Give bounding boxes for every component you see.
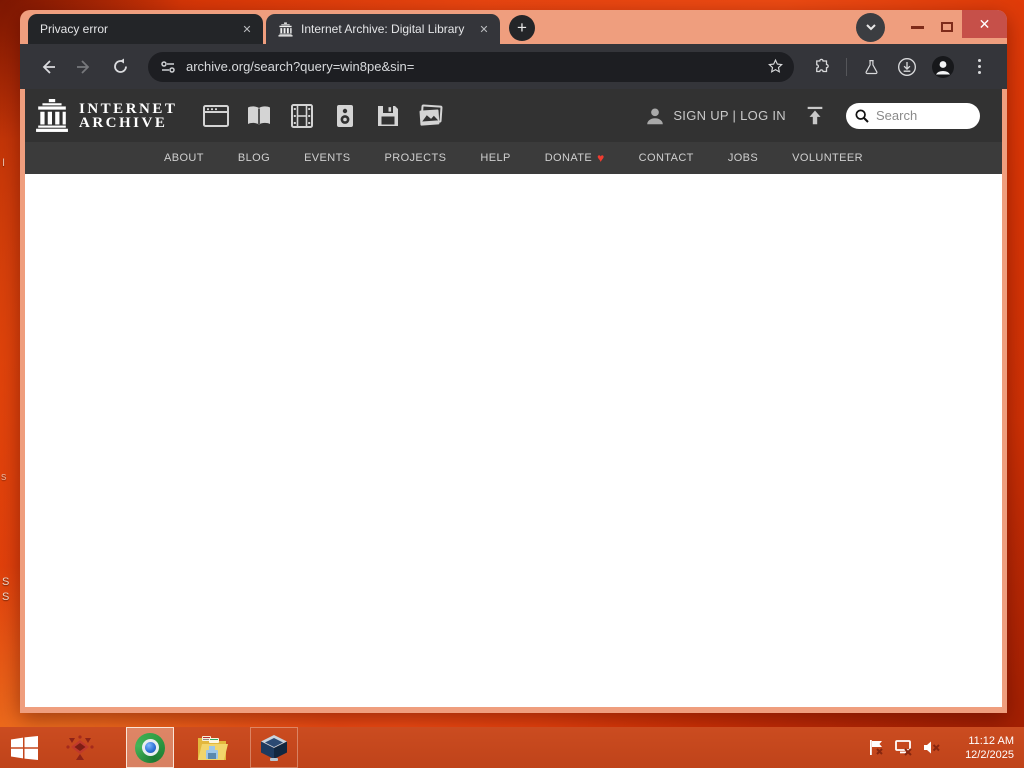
forward-button[interactable] — [70, 53, 98, 81]
nav-item-volunteer[interactable]: VOLUNTEER — [792, 152, 863, 164]
minimize-button[interactable] — [902, 25, 932, 29]
tab-strip: Privacy error ✕ Internet Archive: Digita… — [20, 10, 1007, 44]
desktop-icon-label-fragment: S — [2, 591, 10, 603]
desktop-icon-label-fragment: s — [1, 471, 7, 483]
nav-item-blog[interactable]: BLOG — [238, 152, 270, 164]
omnibox[interactable]: archive.org/search?query=win8pe&sin= — [148, 51, 794, 82]
chevron-down-icon — [865, 24, 876, 31]
desktop-icon-label-fragment: I — [2, 157, 6, 169]
windows-logo-icon — [10, 735, 38, 760]
url-text[interactable]: archive.org/search?query=win8pe&sin= — [186, 59, 767, 74]
menu-kebab-icon[interactable] — [965, 53, 993, 81]
taskbar-app-file-explorer[interactable] — [188, 727, 236, 768]
tab-privacy-error[interactable]: Privacy error ✕ — [28, 14, 263, 44]
red-app-icon — [66, 734, 94, 760]
internet-archive-favicon — [278, 21, 293, 37]
virtualbox-icon — [261, 734, 287, 761]
taskbar-clock[interactable]: 11:12 AM 12/2/2025 — [956, 734, 1014, 762]
search-icon — [855, 108, 869, 123]
video-icon[interactable] — [289, 103, 315, 129]
taskbar: 11:12 AM 12/2/2025 — [0, 727, 1024, 768]
desktop-icon-label-fragment: S — [2, 576, 10, 588]
browser-window: Privacy error ✕ Internet Archive: Digita… — [20, 10, 1007, 713]
download-icon[interactable] — [893, 53, 921, 81]
content-area — [25, 174, 1002, 707]
ia-wordmark-line2: ARCHIVE — [79, 114, 168, 131]
software-icon[interactable] — [375, 103, 401, 129]
nav-label: ABOUT — [163, 152, 204, 164]
nav-item-help[interactable]: HELP — [480, 152, 510, 164]
upload-icon[interactable] — [804, 105, 826, 127]
auth-area: SIGN UP | LOG IN — [644, 105, 786, 127]
reload-button[interactable] — [106, 53, 134, 81]
nav-item-donate[interactable]: DONATE ♥ — [545, 151, 605, 165]
tab-search-button[interactable] — [856, 12, 885, 42]
nav-item-contact[interactable]: CONTACT — [639, 152, 694, 164]
nav-label: EVENTS — [304, 152, 351, 164]
toolbar-separator — [846, 57, 847, 76]
clock-time: 11:12 AM — [968, 734, 1014, 747]
web-icon[interactable] — [203, 103, 230, 129]
ia-nav: ABOUT BLOG EVENTS PROJECTS HELP DONATE ♥ … — [25, 142, 1002, 174]
close-button[interactable]: ✕ — [962, 10, 1007, 38]
bookmark-star-icon[interactable] — [767, 58, 784, 75]
search-input[interactable] — [876, 108, 968, 123]
start-button[interactable] — [0, 727, 48, 768]
internet-archive-logo[interactable] — [35, 98, 69, 134]
tab-close-icon[interactable]: ✕ — [239, 21, 255, 37]
profile-icon[interactable] — [929, 53, 957, 81]
maximize-button[interactable] — [932, 22, 962, 32]
file-explorer-icon — [198, 735, 228, 760]
nav-item-jobs[interactable]: JOBS — [728, 152, 758, 164]
nav-label: JOBS — [727, 152, 759, 164]
taskbar-app-red[interactable] — [56, 727, 104, 768]
taskbar-app-virtualbox[interactable] — [250, 727, 298, 768]
page-content: INTERNET ARCHIVE SIGN UP | LOG IN Search… — [20, 89, 1007, 713]
back-button[interactable] — [34, 53, 62, 81]
nav-label: HELP — [480, 152, 511, 164]
ia-search-box[interactable] — [846, 102, 980, 129]
ia-header: INTERNET ARCHIVE SIGN UP | LOG IN Search — [25, 89, 1002, 142]
clock-date: 12/2/2025 — [965, 748, 1014, 761]
toolbar-right — [804, 53, 997, 81]
volume-muted-icon[interactable] — [922, 739, 941, 756]
window-controls: ✕ — [856, 10, 1007, 44]
nav-label: CONTACT — [638, 152, 694, 164]
site-info-icon[interactable] — [160, 60, 176, 74]
close-icon: ✕ — [978, 15, 991, 32]
heart-icon: ♥ — [597, 151, 605, 165]
nav-label: BLOG — [237, 152, 271, 164]
nav-item-events[interactable]: EVENTS — [304, 152, 350, 164]
taskbar-app-chromium[interactable] — [126, 727, 174, 768]
network-disconnected-icon[interactable] — [894, 739, 913, 756]
ia-wordmark[interactable]: INTERNET ARCHIVE — [79, 100, 178, 131]
new-tab-button[interactable]: + — [509, 15, 535, 41]
tab-internet-archive[interactable]: Internet Archive: Digital Library ✕ — [266, 14, 500, 44]
nav-item-about[interactable]: ABOUT — [164, 152, 204, 164]
action-center-flag-icon[interactable] — [868, 739, 885, 756]
nav-item-projects[interactable]: PROJECTS — [384, 152, 446, 164]
nav-label: DONATE — [544, 152, 593, 164]
audio-icon[interactable] — [332, 103, 358, 129]
tab-title: Internet Archive: Digital Library — [301, 22, 465, 36]
signup-login-link[interactable]: SIGN UP | LOG IN — [673, 108, 786, 123]
tab-title: Privacy error — [40, 22, 109, 36]
texts-icon[interactable] — [246, 103, 272, 129]
ia-wordmark-line1: INTERNET — [79, 100, 178, 117]
images-icon[interactable] — [418, 103, 444, 129]
user-icon — [647, 107, 664, 124]
labs-flask-icon[interactable] — [857, 53, 885, 81]
browser-toolbar: archive.org/search?query=win8pe&sin= — [20, 44, 1007, 89]
extensions-icon[interactable] — [808, 53, 836, 81]
system-tray: 11:12 AM 12/2/2025 — [868, 734, 1024, 762]
chromium-icon — [135, 732, 165, 763]
tab-close-icon[interactable]: ✕ — [476, 21, 492, 37]
nav-label: PROJECTS — [384, 152, 447, 164]
media-type-tabs — [203, 103, 444, 129]
nav-label: VOLUNTEER — [792, 152, 863, 164]
